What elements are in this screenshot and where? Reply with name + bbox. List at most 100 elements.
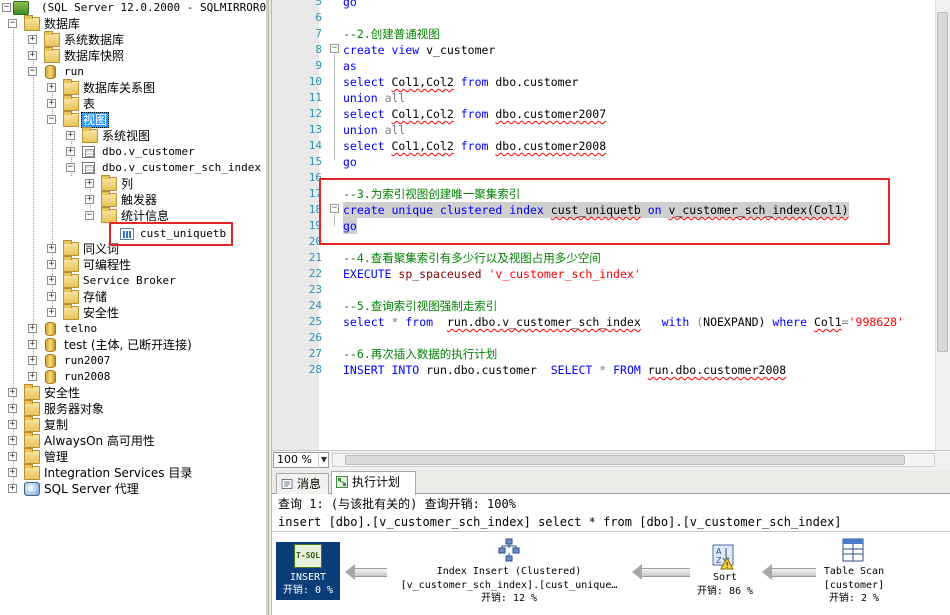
db-diagrams-label: 数据库关系图 bbox=[83, 81, 156, 95]
code-line[interactable]: create view v_customer bbox=[343, 42, 495, 58]
expand-icon[interactable]: + bbox=[8, 468, 17, 477]
line-number: 5 bbox=[315, 0, 322, 8]
expand-icon[interactable]: + bbox=[47, 83, 56, 92]
folder-icon bbox=[63, 256, 79, 272]
line-number: 19 bbox=[308, 219, 322, 232]
v-customer-sch-index-label: dbo.v_customer_sch_index bbox=[102, 161, 261, 174]
tsql-icon: T-SQL bbox=[294, 544, 322, 568]
line-number: 27 bbox=[308, 347, 322, 360]
code-line[interactable]: INSERT INTO run.dbo.customer SELECT * FR… bbox=[343, 362, 786, 378]
expand-icon[interactable]: + bbox=[85, 195, 94, 204]
expand-icon[interactable]: + bbox=[47, 244, 56, 253]
chevron-down-icon[interactable]: ▼ bbox=[318, 452, 329, 468]
db-run-label: run bbox=[64, 65, 84, 78]
code-line[interactable]: --2.创建普通视图 bbox=[343, 26, 440, 42]
expand-icon[interactable]: + bbox=[28, 340, 37, 349]
plan-op-index-insert-name[interactable]: Index Insert (Clustered) bbox=[388, 566, 630, 578]
code-line[interactable]: select Col1,Col2 from dbo.customer bbox=[343, 74, 578, 90]
folder-icon bbox=[63, 288, 79, 304]
plan-op-scan-name[interactable]: Table Scan bbox=[812, 566, 896, 578]
code-line[interactable]: go bbox=[343, 0, 357, 10]
expand-icon[interactable]: + bbox=[8, 404, 17, 413]
plan-arrow-head bbox=[345, 564, 355, 580]
expand-icon[interactable]: + bbox=[28, 324, 37, 333]
tab-execution-plan[interactable]: 执行计划 bbox=[331, 471, 416, 495]
expand-icon[interactable]: + bbox=[66, 131, 75, 140]
expand-icon[interactable]: + bbox=[47, 276, 56, 285]
folder-icon bbox=[101, 175, 117, 191]
messages-icon bbox=[281, 479, 293, 489]
editor-scroll-thumb[interactable] bbox=[937, 12, 948, 352]
collapse-icon[interactable]: − bbox=[28, 67, 37, 76]
server-objects-label: 服务器对象 bbox=[44, 402, 105, 416]
expand-icon[interactable]: + bbox=[8, 388, 17, 397]
collapse-icon[interactable]: − bbox=[2, 3, 11, 12]
code-line[interactable]: --4.查看聚集索引有多少行以及视图占用多少空间 bbox=[343, 250, 601, 266]
expand-icon[interactable]: + bbox=[28, 356, 37, 365]
line-number: 14 bbox=[308, 139, 322, 152]
code-line[interactable]: union all bbox=[343, 122, 405, 138]
expand-icon[interactable]: + bbox=[8, 436, 17, 445]
columns-label: 列 bbox=[121, 177, 134, 191]
tab-messages-label: 消息 bbox=[297, 477, 322, 491]
fold-collapse-icon[interactable]: − bbox=[330, 44, 339, 53]
expand-icon[interactable]: + bbox=[47, 260, 56, 269]
line-number: 24 bbox=[308, 299, 322, 312]
code-line[interactable]: select * from run.dbo.v_customer_sch_ind… bbox=[343, 314, 904, 330]
expand-icon[interactable]: + bbox=[8, 420, 17, 429]
code-line[interactable]: --6.再次插入数据的执行计划 bbox=[343, 346, 497, 362]
code-line[interactable]: select Col1,Col2 from dbo.customer2008 bbox=[343, 138, 606, 154]
plan-op-insert[interactable]: T-SQL INSERT 开销: 0 % bbox=[276, 542, 340, 600]
code-line[interactable]: as bbox=[343, 58, 357, 74]
db-run2008-label: run2008 bbox=[64, 370, 111, 383]
expand-icon[interactable]: + bbox=[66, 147, 75, 156]
v-customer-label: dbo.v_customer bbox=[102, 145, 195, 158]
plan-divider bbox=[272, 531, 950, 532]
svg-text:!: ! bbox=[726, 561, 729, 570]
plan-op-insert-cost: 开销: 0 % bbox=[282, 585, 334, 596]
expand-icon[interactable]: + bbox=[47, 99, 56, 108]
expand-icon[interactable]: + bbox=[28, 51, 37, 60]
code-line[interactable]: select Col1,Col2 from dbo.customer2007 bbox=[343, 106, 606, 122]
expand-icon[interactable]: + bbox=[8, 452, 17, 461]
line-number: 20 bbox=[308, 235, 322, 248]
expand-icon[interactable]: + bbox=[8, 484, 17, 493]
expand-icon[interactable]: + bbox=[28, 372, 37, 381]
plan-arrow-head bbox=[632, 564, 642, 580]
collapse-icon[interactable]: − bbox=[47, 115, 56, 124]
view-icon bbox=[82, 146, 95, 158]
tree-server[interactable]: − (SQL Server 12.0.2000 - SQLMIRROR01\A bbox=[0, 0, 266, 16]
folder-icon bbox=[24, 464, 40, 480]
plan-arrow-head bbox=[762, 564, 772, 580]
plan-arrow bbox=[642, 568, 690, 577]
folder-icon bbox=[24, 416, 40, 432]
database-icon bbox=[45, 322, 56, 336]
line-number: 17 bbox=[308, 187, 322, 200]
tab-messages[interactable]: 消息 bbox=[276, 473, 329, 494]
tab-plan-label: 执行计划 bbox=[352, 475, 401, 489]
folder-icon bbox=[63, 95, 79, 111]
code-line[interactable]: --5.查询索引视图强制走索引 bbox=[343, 298, 497, 314]
expand-icon[interactable]: + bbox=[47, 292, 56, 301]
plan-op-sort-cost: 开销: 86 % bbox=[696, 586, 754, 597]
highlight-box-tree bbox=[109, 222, 233, 246]
collapse-icon[interactable]: − bbox=[85, 211, 94, 220]
collapse-icon[interactable]: − bbox=[66, 163, 75, 172]
code-line[interactable]: go bbox=[343, 154, 357, 170]
folder-icon bbox=[63, 79, 79, 95]
expand-icon[interactable]: + bbox=[47, 308, 56, 317]
line-number: 10 bbox=[308, 75, 322, 88]
expand-icon[interactable]: + bbox=[85, 179, 94, 188]
folder-icon bbox=[82, 127, 98, 143]
expand-icon[interactable]: + bbox=[28, 35, 37, 44]
code-line[interactable]: union all bbox=[343, 90, 405, 106]
collapse-icon[interactable]: − bbox=[8, 19, 17, 28]
code-line[interactable]: EXECUTE sp_spaceused 'v_customer_sch_ind… bbox=[343, 266, 641, 282]
line-number: 21 bbox=[308, 251, 322, 264]
fold-guide bbox=[334, 54, 335, 160]
horizontal-scroll-thumb[interactable] bbox=[345, 455, 905, 465]
line-number: 25 bbox=[308, 315, 322, 328]
plan-op-sort-name[interactable]: Sort bbox=[695, 572, 755, 584]
plan-op-insert-name: INSERT bbox=[289, 572, 327, 583]
db-security-label: 安全性 bbox=[83, 306, 120, 320]
